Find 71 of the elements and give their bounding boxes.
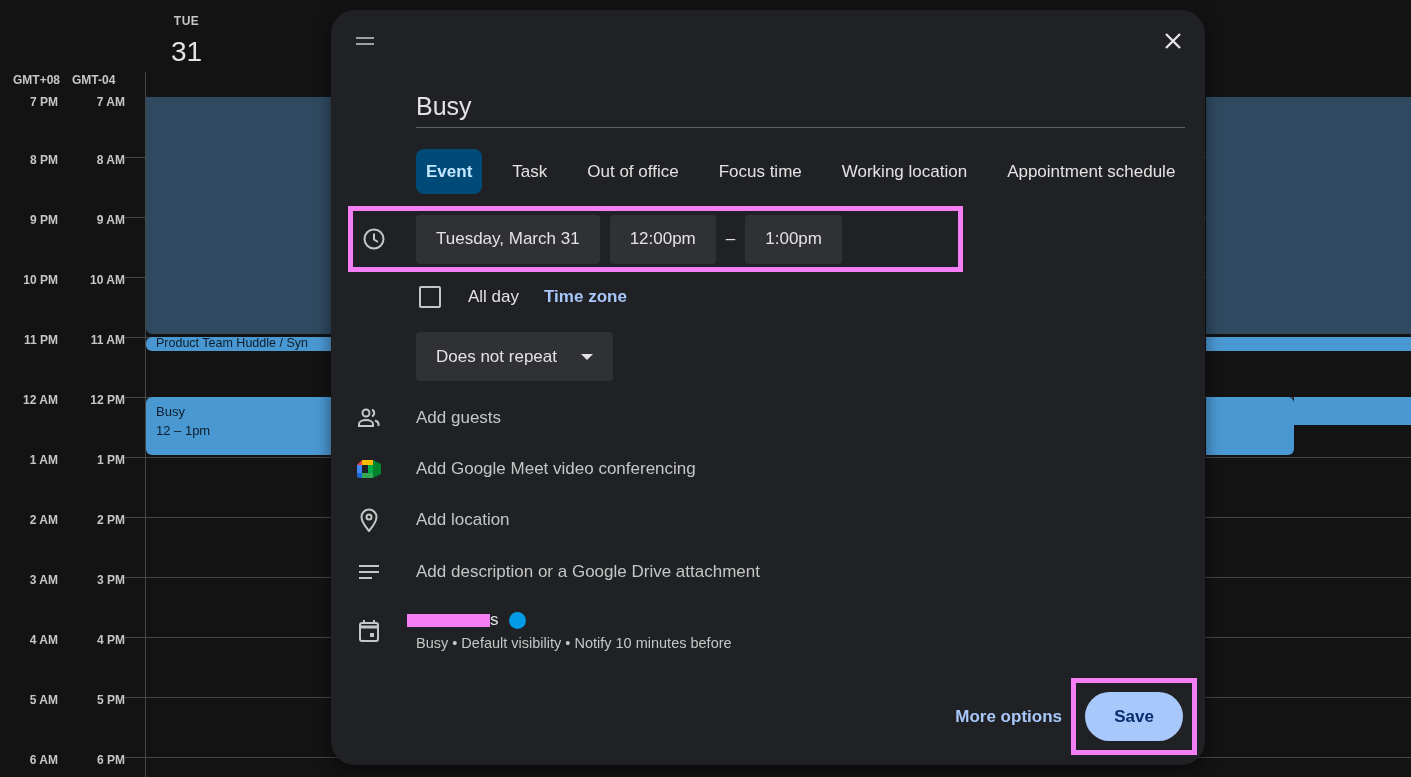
title-field[interactable]: Busy — [416, 50, 1185, 128]
start-time-picker[interactable]: 12:00pm — [609, 214, 716, 264]
timezone-label: GMT-04 — [72, 73, 116, 87]
calendar-color-dot — [508, 611, 526, 629]
calendar-name: s — [490, 610, 499, 630]
video-camera-icon — [357, 459, 381, 479]
hour-label: 3 PM — [96, 573, 125, 587]
hour-label: 12 PM — [89, 393, 125, 407]
hour-label: 6 PM — [96, 753, 125, 767]
hour-label: 9 PM — [29, 213, 58, 227]
caret-icon — [580, 353, 593, 360]
text-lines-icon — [359, 565, 379, 579]
hour-label: 8 PM — [29, 153, 58, 167]
hour-label: 2 AM — [28, 513, 58, 527]
hour-label: 6 AM — [28, 753, 58, 767]
hour-label: 1 PM — [96, 453, 125, 467]
people-icon — [357, 408, 381, 428]
time-separator: – — [725, 229, 736, 249]
option-item[interactable]: Add description or a Google Drive attachment — [416, 562, 760, 582]
hour-label: 5 PM — [96, 693, 125, 707]
hour-label: 4 AM — [28, 633, 58, 647]
event-block[interactable] — [1206, 97, 1411, 334]
all-day-checkbox[interactable] — [419, 286, 441, 308]
more-options-link[interactable]: More options — [955, 706, 1062, 727]
close-button[interactable] — [1165, 32, 1181, 49]
all-day-label: All day — [468, 287, 520, 307]
hour-label: 12 AM — [22, 393, 58, 407]
event-card[interactable]: Busy 12 – 1pm — [146, 397, 332, 455]
event-block[interactable] — [1206, 397, 1294, 455]
event-type-tab[interactable]: Out of office — [577, 149, 689, 194]
date-picker[interactable]: Tuesday, March 31 — [416, 214, 600, 264]
hour-label: 5 AM — [28, 693, 58, 707]
timezone-label: GMT+08 — [13, 73, 60, 87]
location-pin-icon — [360, 508, 378, 532]
event-block[interactable] — [1206, 337, 1411, 351]
event-type-tab[interactable]: Appointment schedule — [997, 149, 1186, 194]
save-button[interactable]: Save — [1085, 692, 1183, 741]
event-chip[interactable]: Product Team Huddle / Syn — [146, 337, 331, 351]
clock-icon — [363, 228, 385, 250]
weekday-label: TUE — [173, 14, 200, 28]
event-type-tab[interactable]: Focus time — [708, 149, 812, 194]
event-type-tab[interactable]: Working location — [831, 149, 978, 194]
hour-label: 11 PM — [22, 333, 58, 347]
event-title: Busy — [156, 403, 186, 421]
option-item[interactable]: Add Google Meet video conferencing — [416, 459, 696, 479]
event-settings-summary: Busy • Default visibility • Notify 10 minutes before — [416, 635, 732, 651]
time-zone-link[interactable]: Time zone — [544, 287, 627, 307]
hour-label: 7 PM — [29, 97, 58, 109]
repeat-dropdown[interactable]: Does not repeat — [416, 332, 613, 381]
event-block[interactable] — [1294, 397, 1411, 425]
date-number[interactable]: 31 — [171, 36, 203, 68]
option-item[interactable]: Add location — [416, 510, 510, 530]
hour-label: 2 PM — [96, 513, 125, 527]
drag-handle-icon[interactable] — [356, 36, 374, 45]
hour-label: 10 PM — [22, 273, 58, 287]
hour-label: 8 AM — [95, 153, 125, 167]
event-type-tab[interactable]: Event — [416, 149, 483, 194]
hour-label: 9 AM — [95, 213, 125, 227]
hour-label: 1 AM — [28, 453, 58, 467]
event-time: 12 – 1pm — [156, 422, 212, 440]
event-type-tab[interactable]: Task — [502, 149, 558, 194]
hour-label: 7 AM — [95, 97, 125, 109]
end-time-picker[interactable]: 1:00pm — [745, 214, 842, 264]
option-item[interactable]: Add guests — [416, 408, 502, 428]
calendar-icon — [359, 619, 379, 642]
hour-label: 4 PM — [96, 633, 125, 647]
hour-label: 10 AM — [89, 273, 125, 287]
hour-label: 11 AM — [89, 333, 125, 347]
hour-label: 3 AM — [28, 573, 58, 587]
event-block[interactable] — [146, 97, 332, 334]
close-icon — [1165, 32, 1181, 49]
